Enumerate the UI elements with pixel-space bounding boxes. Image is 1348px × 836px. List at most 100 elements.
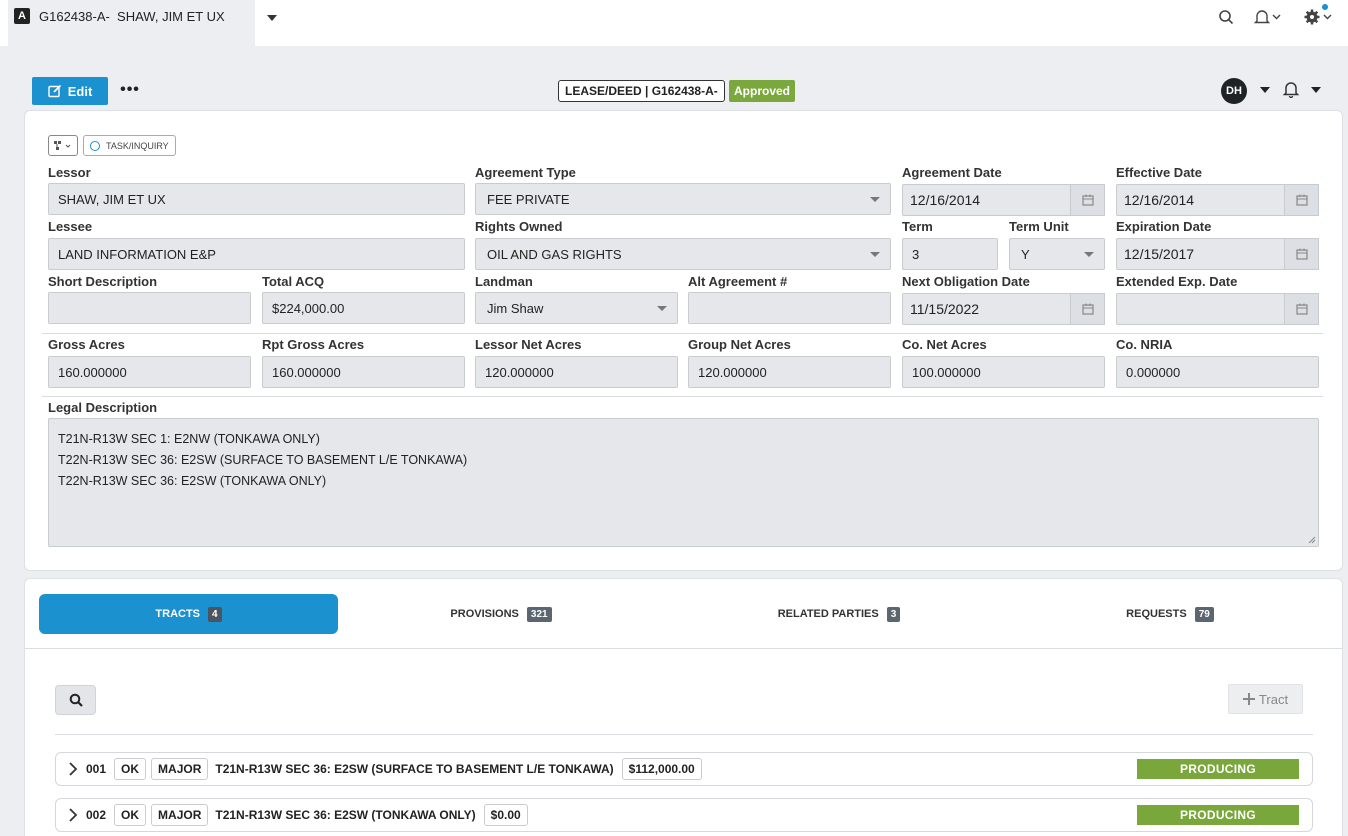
expiration-date-value: 12/15/2017 [1124, 246, 1195, 262]
landman-label: Landman [475, 274, 533, 289]
document-type-tag: LEASE/DEED | G162438-A- [558, 80, 725, 102]
status-badge: Approved [729, 80, 796, 102]
term-label: Term [902, 219, 933, 234]
tract-status-badge: PRODUCING [1137, 759, 1299, 779]
effective-date-field[interactable]: 12/16/2014 [1116, 184, 1319, 216]
lessor-net-acres-label: Lessor Net Acres [475, 337, 582, 352]
tract-number: 001 [86, 762, 107, 776]
calendar-icon[interactable] [1070, 293, 1105, 325]
next-obligation-date-value: 11/15/2022 [910, 301, 980, 317]
next-obligation-date-label: Next Obligation Date [902, 274, 1030, 289]
next-obligation-date-field[interactable]: 11/15/2022 [902, 293, 1105, 325]
edit-pencil-icon [48, 84, 61, 98]
agreement-type-label: Agreement Type [475, 165, 576, 180]
tract-description: T21N-R13W SEC 36: E2SW (SURFACE TO BASEM… [215, 762, 614, 776]
total-acq-label: Total ACQ [262, 274, 325, 289]
add-tract-label: Tract [1258, 691, 1289, 707]
alt-agreement-label: Alt Agreement # [688, 274, 788, 289]
user-avatar[interactable]: DH [1221, 78, 1247, 104]
rpt-gross-acres-label: Rpt Gross Acres [262, 337, 365, 352]
tab-count-badge: 79 [1194, 606, 1214, 622]
search-icon[interactable] [1218, 6, 1234, 28]
legal-description-line: T22N-R13W SEC 36: E2SW (TONKAWA ONLY) [58, 474, 327, 488]
plus-icon [1242, 693, 1255, 705]
short-description-field[interactable] [48, 292, 251, 324]
tract-state-pill: OK [114, 804, 147, 826]
tract-type-pill: MAJOR [151, 758, 209, 780]
alt-agreement-field[interactable] [688, 292, 891, 324]
form-divider [42, 333, 1323, 334]
agreement-date-value: 12/16/2014 [910, 192, 981, 208]
extended-exp-date-field[interactable] [1116, 293, 1319, 325]
calendar-icon[interactable] [1284, 293, 1319, 325]
calendar-icon[interactable] [1284, 238, 1319, 270]
record-tab-title: G162438-A- SHAW, JIM ET UX [39, 9, 225, 24]
add-tract-button[interactable]: Tract [1228, 684, 1303, 714]
short-description-label: Short Description [48, 274, 158, 289]
group-net-acres-label: Group Net Acres [688, 337, 791, 352]
co-nria-field[interactable]: 0.000000 [1116, 356, 1319, 388]
top-bar: A G162438-A- SHAW, JIM ET UX [0, 0, 1348, 46]
lessor-label: Lessor [48, 165, 91, 180]
tract-type-pill: MAJOR [151, 804, 209, 826]
tract-amount-pill: $0.00 [483, 804, 528, 826]
total-acq-field[interactable]: $224,000.00 [262, 292, 465, 324]
rights-owned-label: Rights Owned [475, 219, 563, 234]
tab-related-parties[interactable]: RELATED PARTIES 3 [714, 594, 964, 634]
tab-count-badge: 321 [526, 606, 552, 622]
legal-description-textarea[interactable]: T21N-R13W SEC 1: E2NW (TONKAWA ONLY) T22… [48, 418, 1319, 547]
rights-owned-select[interactable]: OIL AND GAS RIGHTS [475, 238, 891, 270]
gross-acres-label: Gross Acres [48, 337, 125, 352]
tab-label: PROVISIONS [450, 608, 519, 620]
lessee-label: Lessee [48, 219, 93, 234]
expiration-date-label: Expiration Date [1116, 219, 1212, 234]
chevron-right-icon[interactable] [66, 808, 80, 822]
extended-exp-date-label: Extended Exp. Date [1116, 274, 1238, 289]
edit-button[interactable]: Edit [32, 77, 108, 105]
settings-gear-icon[interactable] [1304, 4, 1334, 28]
effective-date-label: Effective Date [1116, 165, 1202, 180]
tract-search-button[interactable] [55, 685, 96, 715]
tract-row[interactable]: 002 OK MAJOR T21N-R13W SEC 36: E2SW (TON… [55, 798, 1313, 832]
chevron-right-icon[interactable] [66, 762, 80, 776]
chevron-down-icon[interactable] [266, 12, 278, 24]
term-field[interactable]: 3 [902, 238, 998, 270]
gross-acres-field[interactable]: 160.000000 [48, 356, 251, 388]
tab-requests[interactable]: REQUESTS 79 [1045, 594, 1295, 634]
lessor-field[interactable]: SHAW, JIM ET UX [48, 183, 465, 215]
term-unit-select[interactable]: Y [1009, 238, 1105, 270]
tab-provisions[interactable]: PROVISIONS 321 [376, 594, 626, 634]
expiration-date-field[interactable]: 12/15/2017 [1116, 238, 1319, 270]
group-net-acres-field[interactable]: 120.000000 [688, 356, 891, 388]
co-net-acres-field[interactable]: 100.000000 [902, 356, 1105, 388]
more-options-button[interactable]: ••• [120, 80, 140, 100]
lessee-field[interactable]: LAND INFORMATION E&P [48, 238, 465, 270]
tab-count-badge: 3 [886, 606, 901, 622]
record-notifications-icon[interactable] [1282, 80, 1300, 98]
record-tab[interactable]: A G162438-A- SHAW, JIM ET UX [8, 0, 255, 46]
calendar-icon[interactable] [1284, 184, 1319, 216]
notifications-icon[interactable] [1254, 6, 1284, 28]
agreement-date-field[interactable]: 12/16/2014 [902, 184, 1105, 216]
resize-handle-icon[interactable] [1308, 536, 1316, 544]
landman-select[interactable]: Jim Shaw [475, 292, 678, 324]
calendar-icon[interactable] [1070, 184, 1105, 216]
task-inquiry-label: TASK/INQUIRY [106, 140, 169, 151]
task-inquiry-button[interactable]: TASK/INQUIRY [83, 135, 176, 156]
tract-row[interactable]: 001 OK MAJOR T21N-R13W SEC 36: E2SW (SUR… [55, 752, 1313, 786]
agreement-type-select[interactable]: FEE PRIVATE [475, 183, 891, 215]
tract-amount-pill: $112,000.00 [621, 758, 702, 780]
tab-label: REQUESTS [1126, 608, 1187, 620]
avatar-caret-icon[interactable] [1259, 86, 1271, 94]
settings-notification-dot [1322, 4, 1328, 10]
hierarchy-button[interactable] [48, 135, 78, 156]
list-divider [55, 734, 1313, 735]
notifications-caret-icon[interactable] [1310, 86, 1322, 94]
tract-description: T21N-R13W SEC 36: E2SW (TONKAWA ONLY) [215, 808, 476, 822]
tract-status-badge: PRODUCING [1137, 805, 1299, 825]
legal-description-label: Legal Description [48, 400, 158, 415]
lessor-net-acres-field[interactable]: 120.000000 [475, 356, 678, 388]
tab-tracts[interactable]: TRACTS 4 [39, 594, 338, 634]
edit-button-label: Edit [67, 83, 93, 99]
rpt-gross-acres-field[interactable]: 160.000000 [262, 356, 465, 388]
